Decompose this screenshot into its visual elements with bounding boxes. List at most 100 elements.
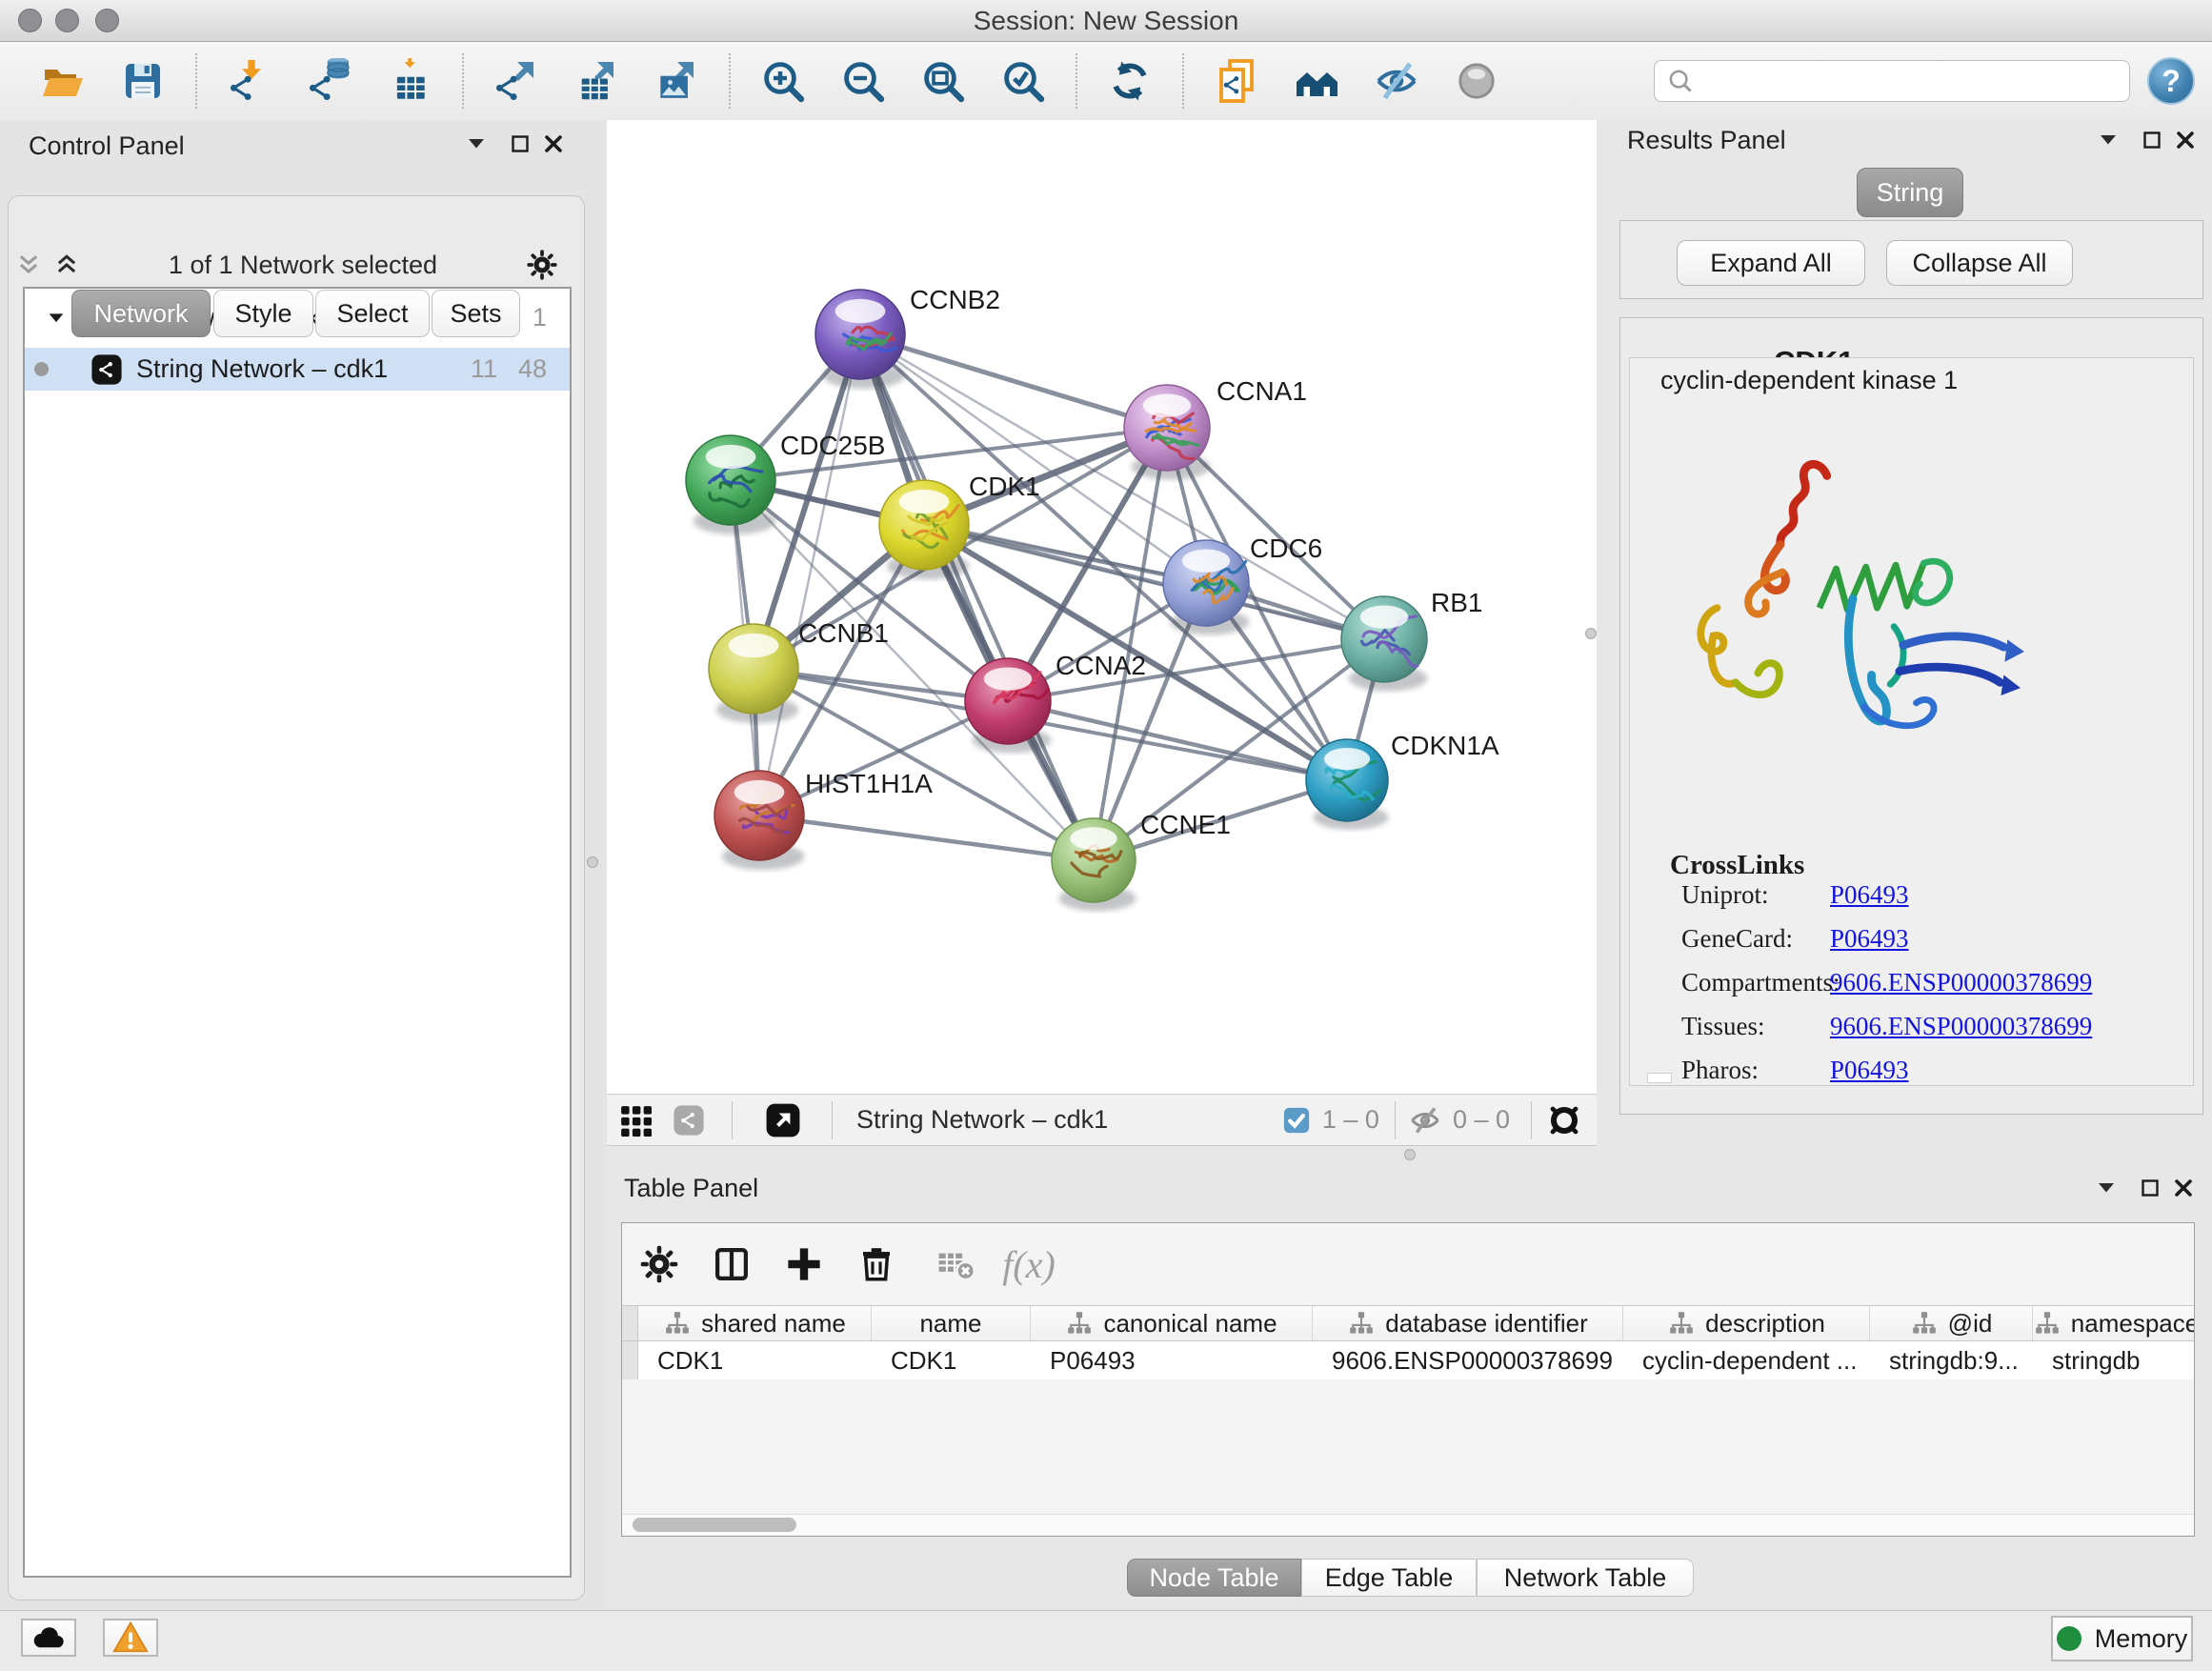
cloud-button[interactable] — [21, 1619, 76, 1657]
tab-style[interactable]: Style — [213, 290, 313, 337]
close-panel-icon[interactable] — [2173, 128, 2198, 152]
delete-column-icon[interactable] — [855, 1242, 898, 1286]
import-database-icon[interactable] — [307, 58, 352, 104]
table-hscrollbar[interactable] — [623, 1514, 2195, 1535]
home-pair-icon[interactable] — [1294, 58, 1339, 104]
warning-button[interactable] — [103, 1619, 158, 1657]
collapse-all-tree-icon[interactable] — [15, 252, 42, 278]
float-panel-icon[interactable] — [2138, 1176, 2162, 1200]
help-button[interactable]: ? — [2147, 57, 2195, 105]
network-node-ccna1[interactable] — [1124, 385, 1210, 480]
network-node-rb1[interactable] — [1341, 596, 1427, 692]
network-node-cdc6[interactable] — [1163, 540, 1249, 635]
grid-view-icon[interactable] — [619, 1104, 652, 1137]
float-panel-icon[interactable] — [508, 131, 533, 156]
selected-checkbox-icon[interactable] — [1282, 1106, 1311, 1135]
expand-all-button[interactable]: Expand All — [1677, 240, 1865, 286]
export-table-icon[interactable] — [573, 58, 619, 104]
tab-edge-table[interactable]: Edge Table — [1301, 1559, 1477, 1597]
table-cell[interactable]: CDK1 — [872, 1341, 1031, 1379]
vertical-splitter-grip[interactable] — [587, 856, 598, 868]
network-edge[interactable] — [759, 334, 860, 815]
function-builder-icon[interactable]: f(x) — [1007, 1242, 1051, 1286]
tree-expander-icon[interactable] — [46, 308, 67, 329]
network-edge[interactable] — [1008, 701, 1347, 780]
import-network-icon[interactable] — [227, 58, 272, 104]
table-cell[interactable]: P06493 — [1031, 1341, 1313, 1379]
column-header-database-identifier[interactable]: database identifier — [1313, 1306, 1623, 1340]
scrollbar-thumb[interactable] — [633, 1518, 796, 1532]
copy-document-icon[interactable] — [1214, 58, 1259, 104]
column-header-shared-name[interactable]: shared name — [638, 1306, 872, 1340]
network-edge[interactable] — [759, 815, 1094, 860]
collapse-all-button[interactable]: Collapse All — [1886, 240, 2073, 286]
table-cell[interactable]: 9606.ENSP00000378699 — [1313, 1341, 1623, 1379]
gear-icon[interactable] — [637, 1242, 681, 1286]
table-cell[interactable]: CDK1 — [638, 1341, 872, 1379]
network-node-ccna2[interactable] — [965, 658, 1051, 754]
save-icon[interactable] — [120, 58, 166, 104]
memory-button[interactable]: Memory — [2051, 1616, 2193, 1661]
vertical-splitter-grip[interactable] — [1585, 628, 1597, 639]
network-node-ccne1[interactable] — [1052, 818, 1136, 911]
column-header-name[interactable]: name — [872, 1306, 1031, 1340]
column-header-description[interactable]: description — [1623, 1306, 1870, 1340]
close-panel-icon[interactable] — [2171, 1176, 2196, 1200]
collapse-panel-icon[interactable] — [464, 131, 489, 156]
search-box[interactable] — [1654, 60, 2130, 102]
export-network-icon[interactable] — [493, 58, 539, 104]
center-view-icon[interactable] — [1545, 1101, 1583, 1139]
import-table-icon[interactable] — [387, 58, 432, 104]
tab-network-table[interactable]: Network Table — [1477, 1559, 1694, 1597]
zoom-fit-icon[interactable] — [920, 58, 966, 104]
network-node-cdc25b[interactable] — [686, 435, 775, 534]
add-column-icon[interactable] — [782, 1242, 826, 1286]
table-cell[interactable]: stringdb — [2033, 1341, 2195, 1379]
collapse-panel-icon[interactable] — [2094, 1176, 2119, 1200]
crosslink-link[interactable]: P06493 — [1830, 880, 1909, 909]
crosslink-link[interactable]: P06493 — [1830, 1056, 1909, 1084]
tab-sets[interactable]: Sets — [432, 290, 520, 337]
network-canvas[interactable]: CCNB2CCNA1CDC25BCDK1CDC6RB1CCNB1CCNA2CDK… — [607, 120, 1597, 1094]
tab-network[interactable]: Network — [71, 290, 211, 337]
scrollbar-notch[interactable] — [1647, 1073, 1672, 1083]
network-node-hist1h1a[interactable] — [714, 771, 804, 870]
crosslink-link[interactable]: 9606.ENSP00000378699 — [1830, 968, 2092, 997]
float-panel-icon[interactable] — [2140, 128, 2164, 152]
network-node-cdk1[interactable] — [879, 480, 969, 579]
collapse-panel-icon[interactable] — [2096, 128, 2121, 152]
tab-string[interactable]: String — [1857, 168, 1963, 217]
table-row[interactable]: CDK1CDK1P064939606.ENSP00000378699cyclin… — [622, 1341, 2194, 1379]
table-cell[interactable]: cyclin-dependent ... — [1623, 1341, 1870, 1379]
zoom-in-icon[interactable] — [760, 58, 806, 104]
crosslink-link[interactable]: 9606.ENSP00000378699 — [1830, 1012, 2092, 1040]
zoom-selected-icon[interactable] — [1000, 58, 1046, 104]
hide-eye-icon[interactable] — [1374, 58, 1419, 104]
tab-select[interactable]: Select — [315, 290, 430, 337]
table-cell[interactable]: stringdb:9... — [1870, 1341, 2033, 1379]
network-node-ccnb1[interactable] — [709, 624, 798, 723]
network-edge[interactable] — [860, 334, 1167, 428]
show-sphere-icon[interactable] — [1454, 58, 1499, 104]
expand-all-tree-icon[interactable] — [53, 252, 80, 278]
network-row-selected[interactable]: String Network – cdk1 11 48 — [25, 348, 570, 391]
network-node-ccnb2[interactable] — [815, 290, 905, 389]
birds-eye-toggle-icon[interactable] — [765, 1102, 801, 1138]
export-image-icon[interactable] — [654, 58, 699, 104]
zoom-out-icon[interactable] — [840, 58, 886, 104]
horizontal-splitter-grip[interactable] — [1404, 1149, 1416, 1160]
refresh-icon[interactable] — [1107, 58, 1153, 104]
gear-icon[interactable] — [526, 249, 558, 281]
split-columns-icon[interactable] — [710, 1242, 754, 1286]
delete-table-icon[interactable] — [935, 1242, 978, 1286]
open-folder-icon[interactable] — [40, 58, 86, 104]
share-view-icon[interactable] — [673, 1104, 705, 1137]
column-header-canonical-name[interactable]: canonical name — [1031, 1306, 1313, 1340]
network-node-cdkn1a[interactable] — [1306, 739, 1389, 830]
close-panel-icon[interactable] — [541, 131, 566, 156]
crosslink-link[interactable]: P06493 — [1830, 924, 1909, 953]
horizontal-splitter[interactable] — [607, 1146, 2212, 1164]
tab-node-table[interactable]: Node Table — [1127, 1559, 1301, 1597]
search-input[interactable] — [1702, 63, 2129, 99]
column-header-namespace[interactable]: namespace — [2033, 1306, 2195, 1340]
